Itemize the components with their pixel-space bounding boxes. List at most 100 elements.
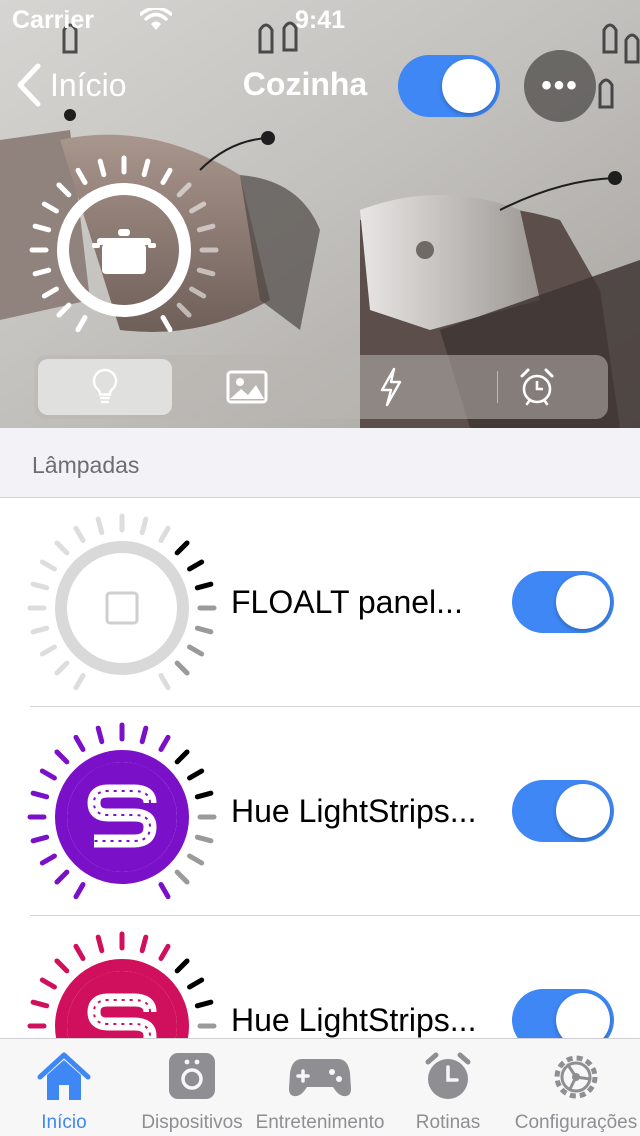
dial-tick bbox=[39, 853, 57, 866]
dial-tick bbox=[54, 749, 70, 765]
dial-tick bbox=[194, 581, 214, 591]
segment-scenes[interactable] bbox=[180, 359, 314, 415]
dial-tick bbox=[41, 201, 59, 214]
back-label: Início bbox=[50, 66, 127, 103]
tab-home[interactable]: Início bbox=[0, 1039, 128, 1136]
dial-tick bbox=[56, 302, 72, 318]
alarm-clock-icon bbox=[520, 368, 554, 406]
lightbulb-icon bbox=[92, 368, 118, 404]
dial-tick bbox=[174, 749, 190, 765]
dial-tick bbox=[158, 943, 171, 961]
dial-tick bbox=[174, 660, 190, 676]
dial-tick bbox=[139, 516, 149, 536]
lamp-row-lightstrip-purple[interactable]: Hue LightStrips... bbox=[0, 707, 640, 916]
dial-tick bbox=[194, 790, 214, 800]
dial-tick bbox=[54, 540, 70, 556]
lamp-row-floalt[interactable]: FLOALT panel... bbox=[0, 498, 640, 707]
dial-tick bbox=[187, 644, 205, 657]
section-header: Lâmpadas bbox=[0, 428, 640, 498]
dial-tick bbox=[160, 315, 173, 333]
home-icon bbox=[37, 1052, 91, 1100]
tab-settings[interactable]: Configurações bbox=[512, 1039, 640, 1136]
tab-label: Configurações bbox=[514, 1112, 638, 1133]
more-dots-icon: ••• bbox=[541, 69, 579, 102]
dial-tick bbox=[39, 768, 57, 781]
status-bar: Carrier 9:41 bbox=[0, 0, 640, 40]
dial-tick bbox=[30, 581, 50, 591]
dial-tick bbox=[56, 182, 72, 198]
dial-tick bbox=[196, 267, 216, 277]
dial-tick bbox=[95, 725, 105, 745]
dial-tick bbox=[73, 673, 86, 691]
settings-icon bbox=[554, 1055, 598, 1099]
segment-timers[interactable] bbox=[470, 359, 604, 415]
dial-tick bbox=[97, 158, 107, 178]
gamepad-icon bbox=[289, 1059, 351, 1097]
dial-tick bbox=[187, 853, 205, 866]
dial-tick bbox=[174, 958, 190, 974]
clock-icon bbox=[425, 1052, 471, 1099]
tab-label: Rotinas bbox=[415, 1112, 481, 1133]
dial-tick bbox=[194, 834, 214, 844]
lamp-name: Hue LightStrips... bbox=[231, 1002, 477, 1038]
segment-lights[interactable] bbox=[38, 359, 172, 415]
lamp-brightness-dial[interactable] bbox=[22, 717, 222, 922]
dial-tick bbox=[160, 167, 173, 185]
dial-tick bbox=[174, 869, 190, 885]
dial-tick bbox=[39, 559, 57, 572]
more-button[interactable]: ••• bbox=[524, 50, 596, 122]
dial-tick bbox=[176, 302, 192, 318]
tab-label: Entretenimento bbox=[255, 1112, 385, 1133]
dial-tick bbox=[95, 934, 105, 954]
lamp-name: Hue LightStrips... bbox=[231, 793, 477, 829]
lamp-power-toggle[interactable] bbox=[512, 571, 614, 633]
tab-devices[interactable]: Dispositivos bbox=[128, 1039, 256, 1136]
tab-routines[interactable]: Rotinas bbox=[384, 1039, 512, 1136]
image-icon bbox=[226, 370, 268, 404]
dial-tick bbox=[73, 882, 86, 900]
navigation-bar: Início Cozinha ••• bbox=[0, 50, 640, 122]
dial-tick bbox=[187, 559, 205, 572]
dial-tick bbox=[30, 625, 50, 635]
status-time: 9:41 bbox=[294, 6, 346, 34]
room-brightness-dial[interactable] bbox=[24, 150, 224, 355]
dial-tick bbox=[158, 525, 171, 543]
room-power-toggle[interactable] bbox=[398, 55, 500, 117]
dial-tick bbox=[158, 734, 171, 752]
lamp-color-ring bbox=[55, 541, 189, 675]
dial-tick bbox=[30, 834, 50, 844]
dial-tick bbox=[75, 167, 88, 185]
dial-tick bbox=[54, 869, 70, 885]
dial-tick bbox=[139, 725, 149, 745]
lamp-brightness-dial[interactable] bbox=[22, 508, 222, 713]
dial-tick bbox=[30, 999, 50, 1009]
tab-label: Início bbox=[41, 1112, 87, 1133]
dial-tick bbox=[32, 223, 52, 233]
dial-tick bbox=[54, 958, 70, 974]
dial-tick bbox=[139, 934, 149, 954]
dial-tick bbox=[75, 315, 88, 333]
dial-tick bbox=[73, 525, 86, 543]
dial-tick bbox=[158, 882, 171, 900]
dial-tick bbox=[189, 201, 207, 214]
tab-bar: Início Dispositivos Entretenimento Rotin… bbox=[0, 1038, 640, 1136]
dial-tick bbox=[41, 286, 59, 299]
dial-tick bbox=[158, 673, 171, 691]
tab-label: Dispositivos bbox=[141, 1112, 243, 1133]
dial-tick bbox=[174, 540, 190, 556]
dial-tick bbox=[39, 644, 57, 657]
room-header: Carrier 9:41 Início Cozinha ••• bbox=[0, 0, 640, 428]
dial-tick bbox=[73, 734, 86, 752]
lamp-power-toggle[interactable] bbox=[512, 780, 614, 842]
dial-tick bbox=[73, 943, 86, 961]
room-view-segments bbox=[34, 355, 608, 419]
toggle-knob bbox=[442, 59, 496, 113]
page-title: Cozinha bbox=[242, 66, 368, 102]
dial-tick bbox=[30, 790, 50, 800]
back-button[interactable]: Início bbox=[16, 62, 126, 108]
lamp-name: FLOALT panel... bbox=[231, 584, 463, 620]
square-panel-icon bbox=[105, 591, 139, 625]
segment-energy[interactable] bbox=[324, 359, 458, 415]
dial-tick bbox=[187, 768, 205, 781]
tab-entertainment[interactable]: Entretenimento bbox=[256, 1039, 384, 1136]
